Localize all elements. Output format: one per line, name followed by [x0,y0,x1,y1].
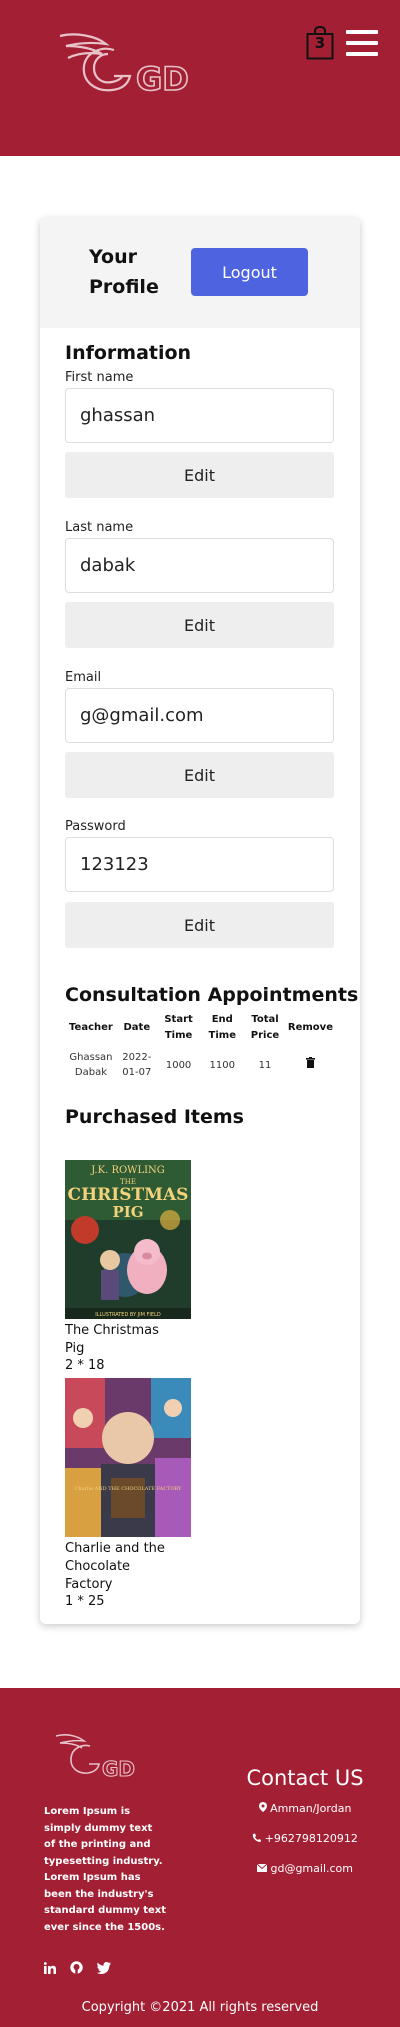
appointment-start-time: 1000 [165,1059,192,1071]
edit-last-name-button[interactable]: Edit [65,602,334,648]
appointment-teacher: Ghassan Dabak [69,1052,113,1078]
map-marker-icon [258,1802,267,1812]
brand-logo-text: GD [136,60,189,98]
information-heading: Information [65,342,192,364]
footer-about-text: Lorem Ipsum is simply dummy text of the … [44,1806,166,1933]
column-header-end-time: End Time [208,1014,236,1041]
brand-logo[interactable]: GD [52,30,202,100]
charlie-cover-text: Charlie AND THE CHOCOLATE FACTORY [75,1486,183,1492]
site-header: GD 3 [0,0,400,156]
linkedin-icon[interactable] [43,1959,56,1978]
appointment-price: 11 [258,1059,272,1071]
contact-email[interactable]: gd@gmail.com [230,1862,380,1875]
item-quantity: 2 * 18 [65,1358,105,1373]
edit-first-name-button[interactable]: Edit [65,452,334,498]
copyright-text: Copyright ©2021 All rights reserved [81,2000,319,2015]
contact-phone-text: +962798120912 [264,1832,358,1845]
last-name-field[interactable] [65,538,334,593]
column-header-remove: Remove [287,1022,333,1033]
appointments-header-row: Teacher Date Start Time End Time Total P… [65,1010,335,1046]
first-name-field[interactable] [65,388,334,443]
appointment-date: 2022-01-07 [122,1052,152,1078]
github-icon[interactable] [70,1959,83,1978]
christmas-pig-cover-image[interactable]: J.K. ROWLING THE CHRISTMAS PIG ILLUSTRAT… [65,1160,191,1319]
social-links [43,1958,120,1974]
column-header-total-price: Total Price [250,1014,280,1041]
remove-appointment-button[interactable] [286,1046,335,1084]
page-title: Your Profile [89,246,159,298]
table-row: Ghassan Dabak 2022-01-07 1000 1100 11 [65,1046,335,1084]
item-name: Charlie and the Chocolate Factory [65,1541,165,1592]
appointment-end-time: 1100 [209,1059,235,1071]
contact-heading: Contact US [246,1766,364,1790]
column-header-teacher: Teacher [69,1022,113,1033]
footer-brand-logo-text: GD [102,1757,135,1781]
profile-card-header: Your Profile Logout [40,218,360,328]
purchased-items-heading: Purchased Items [65,1106,244,1128]
item-quantity: 1 * 25 [65,1594,105,1609]
item-name: The Christmas Pig [65,1323,159,1356]
appointments-table: Teacher Date Start Time End Time Total P… [65,1010,335,1084]
edit-email-button[interactable]: Edit [65,752,334,798]
twitter-icon[interactable] [97,1959,112,1978]
password-field[interactable] [65,837,334,892]
profile-card: Your Profile Logout Information First na… [40,218,360,1624]
christmas-pig-cover-credit: ILLUSTRATED BY JIM FIELD [95,1312,161,1318]
christmas-pig-cover-author: J.K. ROWLING [90,1165,165,1176]
edit-password-button[interactable]: Edit [65,902,334,948]
appointments-heading: Consultation Appointments [65,984,359,1006]
envelope-icon [256,1863,268,1872]
password-label: Password [65,819,126,834]
logout-button[interactable]: Logout [191,248,308,296]
contact-location: Amman/Jordan [230,1802,380,1815]
contact-location-text: Amman/Jordan [270,1802,352,1815]
email-label: Email [65,670,102,685]
column-header-date: Date [123,1022,151,1033]
cart-button[interactable]: 3 [306,25,334,60]
christmas-pig-cover-title-2: CHRISTMAS [68,1185,189,1205]
contact-phone[interactable]: +962798120912 [230,1832,380,1845]
charlie-chocolate-factory-cover-image[interactable]: Charlie AND THE CHOCOLATE FACTORY [65,1378,191,1537]
footer-brand-logo[interactable]: GD [52,1732,136,1788]
christmas-pig-cover-title-3: PIG [112,1203,143,1221]
site-footer: GD Lorem Ipsum is simply dummy text of t… [0,1688,400,2027]
contact-email-text: gd@gmail.com [270,1862,353,1875]
hamburger-menu-icon[interactable] [346,30,378,60]
email-field[interactable] [65,688,334,743]
phone-icon [252,1833,262,1842]
last-name-label: Last name [65,520,134,535]
trash-icon [305,1057,315,1068]
cart-count-badge: 3 [314,34,326,52]
first-name-label: First name [65,370,134,385]
column-header-start-time: Start Time [164,1014,193,1041]
